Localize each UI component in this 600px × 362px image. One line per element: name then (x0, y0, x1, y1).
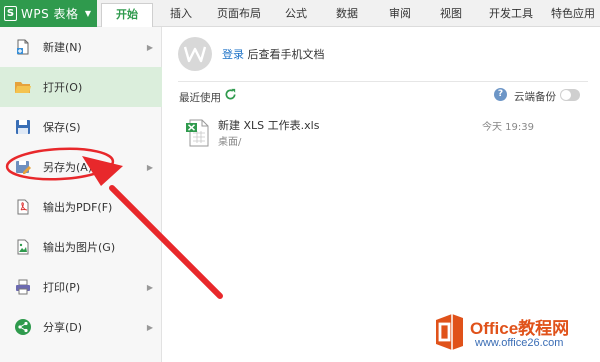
tab-review[interactable]: 审阅 (381, 0, 419, 27)
login-hint-text: 后查看手机文档 (247, 48, 325, 61)
tab-start[interactable]: 开始 (101, 3, 153, 28)
menu-item-label: 打开(O) (43, 81, 83, 94)
image-export-icon (17, 239, 29, 255)
pdf-icon (17, 199, 29, 215)
tab-developer[interactable]: 开发工具 (483, 0, 539, 27)
menu-item-share[interactable]: 分享(D) ▶ (0, 307, 162, 347)
menu-item-label: 输出为PDF(F) (43, 201, 113, 214)
tab-data[interactable]: 数据 (328, 0, 366, 27)
menu-item-print[interactable]: 打印(P) ▶ (0, 267, 162, 307)
save-icon (16, 120, 30, 134)
watermark: Office教程网 www.office26.com (433, 312, 600, 358)
chevron-right-icon: ▶ (146, 322, 153, 332)
watermark-url: www.office26.com (475, 337, 564, 349)
tab-formulas[interactable]: 公式 (277, 0, 315, 27)
tab-special-apps[interactable]: 特色应用 (545, 0, 600, 27)
office-logo-icon (436, 314, 463, 350)
file-time: 今天 19:39 (482, 122, 534, 133)
app-title: WPS 表格 (21, 7, 79, 21)
chevron-down-icon: ▼ (84, 9, 91, 18)
open-folder-icon (15, 82, 31, 93)
login-prompt: 登录 后查看手机文档 (222, 46, 325, 62)
menu-item-label: 另存为(A) (43, 161, 93, 174)
avatar[interactable] (178, 37, 212, 71)
chevron-right-icon: ▶ (146, 162, 153, 172)
app-menu-button[interactable]: S WPS 表格 ▼ (0, 0, 97, 27)
recent-section-title: 最近使用 (179, 92, 221, 104)
watermark-brand: Office教程网 (470, 319, 570, 338)
file-path: 桌面/ (218, 137, 242, 148)
new-doc-icon (17, 39, 29, 55)
excel-file-icon (186, 119, 209, 147)
menu-item-open[interactable]: 打开(O) (0, 67, 162, 107)
menu-item-export-image[interactable]: 输出为图片(G) (0, 227, 162, 267)
save-as-icon (16, 161, 31, 174)
menu-item-save[interactable]: 保存(S) (0, 107, 162, 147)
menu-item-new[interactable]: 新建(N) ▶ (0, 27, 162, 67)
menu-item-label: 保存(S) (43, 121, 81, 134)
tab-insert[interactable]: 插入 (159, 0, 203, 27)
wps-w-logo-icon (184, 46, 206, 63)
menu-item-save-as[interactable]: 另存为(A) ▶ (0, 147, 162, 187)
ribbon-bar: S WPS 表格 ▼ 开始 插入 页面布局 公式 数据 审阅 视图 开发工具 特… (0, 0, 600, 28)
refresh-icon[interactable] (224, 88, 237, 101)
chevron-right-icon: ▶ (146, 42, 153, 52)
file-menu: 新建(N) ▶ 打开(O) 保存(S) 另存为(A) ▶ 输出为PDF(F) 输… (0, 27, 162, 362)
help-icon[interactable]: ? (494, 88, 507, 101)
share-icon (15, 319, 31, 335)
menu-item-label: 打印(P) (43, 281, 81, 294)
cloud-backup-toggle[interactable] (560, 89, 580, 101)
menu-item-export-pdf[interactable]: 输出为PDF(F) (0, 187, 162, 227)
menu-item-label: 新建(N) (43, 41, 82, 54)
divider (178, 81, 588, 82)
recent-file-item[interactable]: 新建 XLS 工作表.xls 桌面/ 今天 19:39 (163, 111, 600, 148)
file-name: 新建 XLS 工作表.xls (218, 119, 320, 132)
login-link[interactable]: 登录 (222, 48, 244, 61)
menu-item-label: 分享(D) (43, 321, 83, 334)
wps-logo-icon: S (4, 6, 17, 21)
cloud-backup-label: 云端备份 (514, 91, 556, 103)
chevron-right-icon: ▶ (146, 282, 153, 292)
tab-page-layout[interactable]: 页面布局 (211, 0, 267, 27)
menu-item-label: 输出为图片(G) (43, 241, 116, 254)
tab-view[interactable]: 视图 (432, 0, 470, 27)
print-icon (16, 279, 30, 295)
toggle-knob (561, 90, 571, 100)
